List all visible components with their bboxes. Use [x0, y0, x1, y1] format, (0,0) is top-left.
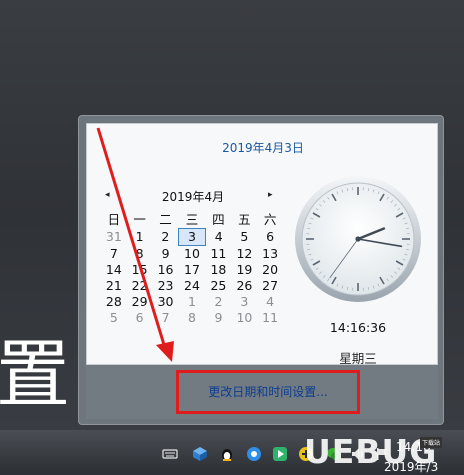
calendar-day[interactable]: 2 [152, 229, 178, 246]
calendar-day[interactable]: 4 [257, 294, 283, 310]
calendar-day[interactable]: 10 [179, 246, 206, 263]
calendar-day[interactable]: 21 [101, 278, 127, 294]
browser-icon[interactable] [246, 446, 262, 462]
calendar-day[interactable]: 27 [257, 278, 283, 294]
calendar-day[interactable]: 23 [152, 278, 178, 294]
calendar-day[interactable]: 6 [257, 229, 283, 246]
clock-center [355, 236, 360, 241]
calendar-panel: 2019年4月3日 ◂ 2019年4月 ▸ 日一二三四五六 3112345678… [86, 123, 438, 365]
cube-icon[interactable] [192, 446, 208, 462]
calendar-day[interactable]: 28 [101, 294, 127, 310]
calendar-day[interactable]: 3 [232, 294, 258, 310]
calendar-day[interactable]: 16 [152, 262, 178, 278]
calendar-day[interactable]: 11 [205, 246, 231, 263]
calendar-day[interactable]: 19 [232, 262, 258, 278]
calendar-day[interactable]: 7 [152, 310, 178, 326]
calendar-day[interactable]: 31 [101, 229, 127, 246]
keyboard-icon[interactable] [162, 446, 178, 462]
calendar-day[interactable]: 7 [101, 246, 127, 263]
month-title[interactable]: 2019年4月 [133, 188, 253, 205]
calendar-day[interactable]: 1 [127, 229, 153, 246]
calendar-day[interactable]: 2 [205, 294, 231, 310]
change-datetime-settings-link[interactable]: 更改日期和时间设置... [176, 370, 360, 414]
prev-month-icon[interactable]: ◂ [105, 190, 110, 200]
calendar-day[interactable]: 20 [257, 262, 283, 278]
calendar-day[interactable]: 22 [127, 278, 153, 294]
calendar-day[interactable]: 10 [232, 310, 258, 326]
calendar-week-row: 21222324252627 [101, 278, 283, 294]
month-calendar: 日一二三四五六 31123456789101112131415161718192… [101, 212, 283, 326]
calendar-day[interactable]: 11 [257, 310, 283, 326]
calendar-week-row: 567891011 [101, 310, 283, 326]
calendar-day[interactable]: 29 [127, 294, 153, 310]
weekday-header: 五 [232, 212, 258, 229]
calendar-day[interactable]: 9 [205, 310, 231, 326]
watermark-logo: UEBUG [304, 432, 437, 471]
weekday-header: 三 [179, 212, 206, 229]
background-title-char: 置 [0, 330, 70, 420]
weekday-header: 一 [127, 212, 153, 229]
calendar-day[interactable]: 14 [101, 262, 127, 278]
watermark-sub: 下载站 [420, 437, 442, 448]
weekday-header: 四 [205, 212, 231, 229]
calendar-day-today[interactable]: 3 [179, 229, 206, 246]
calendar-day[interactable]: 1 [179, 294, 206, 310]
calendar-week-row: 2829301234 [101, 294, 283, 310]
calendar-day[interactable]: 5 [101, 310, 127, 326]
media-play-icon[interactable] [272, 446, 288, 462]
calendar-day[interactable]: 15 [127, 262, 153, 278]
calendar-day[interactable]: 26 [232, 278, 258, 294]
calendar-day[interactable]: 5 [232, 229, 258, 246]
calendar-day[interactable]: 13 [257, 246, 283, 263]
qq-penguin-icon[interactable] [219, 446, 235, 462]
calendar-day[interactable]: 4 [205, 229, 231, 246]
calendar-week-row: 14151617181920 [101, 262, 283, 278]
calendar-day[interactable]: 6 [127, 310, 153, 326]
calendar-day[interactable]: 30 [152, 294, 178, 310]
calendar-day[interactable]: 8 [179, 310, 206, 326]
analog-clock [293, 174, 423, 304]
calendar-day[interactable]: 18 [205, 262, 231, 278]
calendar-day[interactable]: 25 [205, 278, 231, 294]
digital-time: 14:16:36 [293, 320, 423, 335]
calendar-day[interactable]: 24 [179, 278, 206, 294]
calendar-week-row: 78910111213 [101, 246, 283, 263]
next-month-icon[interactable]: ▸ [268, 190, 273, 200]
weekday-header: 六 [257, 212, 283, 229]
calendar-day[interactable]: 17 [179, 262, 206, 278]
long-date-link[interactable]: 2019年4月3日 [87, 139, 439, 156]
calendar-day[interactable]: 12 [232, 246, 258, 263]
calendar-day[interactable]: 8 [127, 246, 153, 263]
weekday-header: 二 [152, 212, 178, 229]
calendar-day[interactable]: 9 [152, 246, 178, 263]
calendar-week-row: 31123456 [101, 229, 283, 246]
weekday-header: 日 [101, 212, 127, 229]
weekday-header-row: 日一二三四五六 [101, 212, 283, 229]
